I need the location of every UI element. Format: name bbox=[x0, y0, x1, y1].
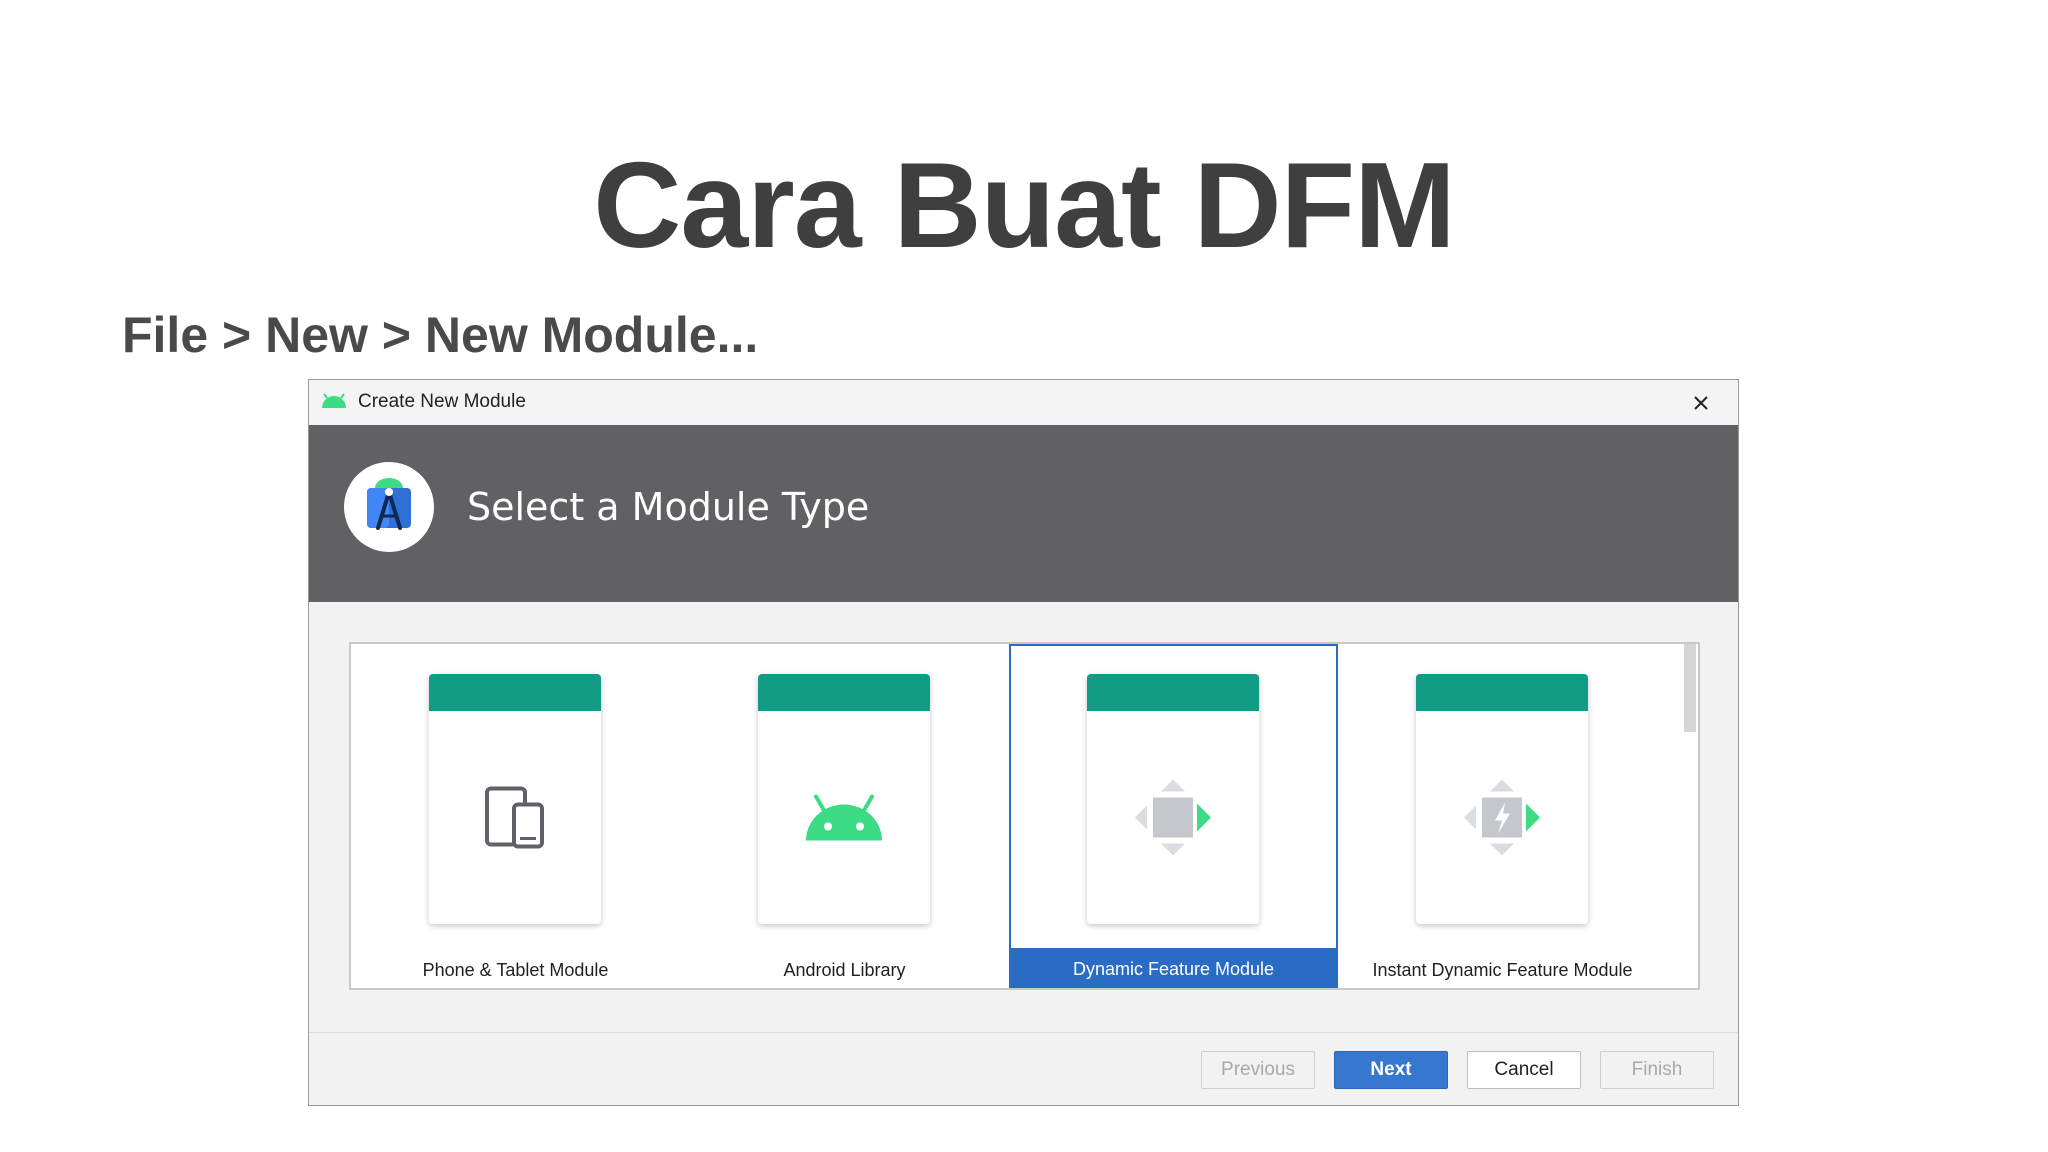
android-icon bbox=[804, 793, 884, 848]
dynamic-feature-icon bbox=[1133, 778, 1213, 863]
module-card bbox=[1087, 674, 1259, 924]
module-tile-android-library[interactable]: Android Library bbox=[680, 644, 1009, 988]
vertical-scrollbar[interactable] bbox=[1684, 644, 1696, 732]
header-title: Select a Module Type bbox=[467, 485, 870, 529]
close-icon[interactable] bbox=[1688, 390, 1714, 416]
module-card bbox=[1416, 674, 1588, 924]
module-label: Dynamic Feature Module bbox=[1072, 959, 1275, 979]
dialog-title: Create New Module bbox=[358, 391, 526, 412]
android-studio-logo bbox=[344, 462, 434, 552]
create-module-dialog: Create New Module Select a Module Type P… bbox=[308, 379, 1739, 1106]
android-studio-logo-icon bbox=[367, 478, 411, 530]
phone-tablet-icon bbox=[484, 786, 546, 854]
slide-subtitle: File > New > New Module... bbox=[122, 307, 759, 363]
android-studio-icon bbox=[321, 393, 347, 414]
slide-title: Cara Buat DFM bbox=[593, 137, 1455, 273]
module-tile-dynamic-feature[interactable]: Dynamic Feature Module bbox=[1009, 644, 1338, 988]
module-label: Android Library bbox=[783, 960, 906, 980]
module-type-grid: Phone & Tablet Module Android Library Dy… bbox=[349, 642, 1700, 990]
module-tile-phone-tablet[interactable]: Phone & Tablet Module bbox=[351, 644, 680, 988]
module-label: Phone & Tablet Module bbox=[422, 960, 609, 980]
dialog-header: Select a Module Type bbox=[309, 425, 1738, 602]
next-button[interactable]: Next bbox=[1334, 1051, 1448, 1089]
footer-divider bbox=[309, 1032, 1738, 1033]
module-tile-instant-dynamic-feature[interactable]: Instant Dynamic Feature Module bbox=[1338, 644, 1667, 988]
module-label: Instant Dynamic Feature Module bbox=[1372, 960, 1633, 980]
previous-button[interactable]: Previous bbox=[1201, 1051, 1315, 1089]
dialog-titlebar: Create New Module bbox=[309, 380, 1738, 426]
finish-button[interactable]: Finish bbox=[1600, 1051, 1714, 1089]
cancel-button[interactable]: Cancel bbox=[1467, 1051, 1581, 1089]
instant-dynamic-feature-icon bbox=[1462, 778, 1542, 863]
module-card bbox=[758, 674, 930, 924]
module-card bbox=[429, 674, 601, 924]
